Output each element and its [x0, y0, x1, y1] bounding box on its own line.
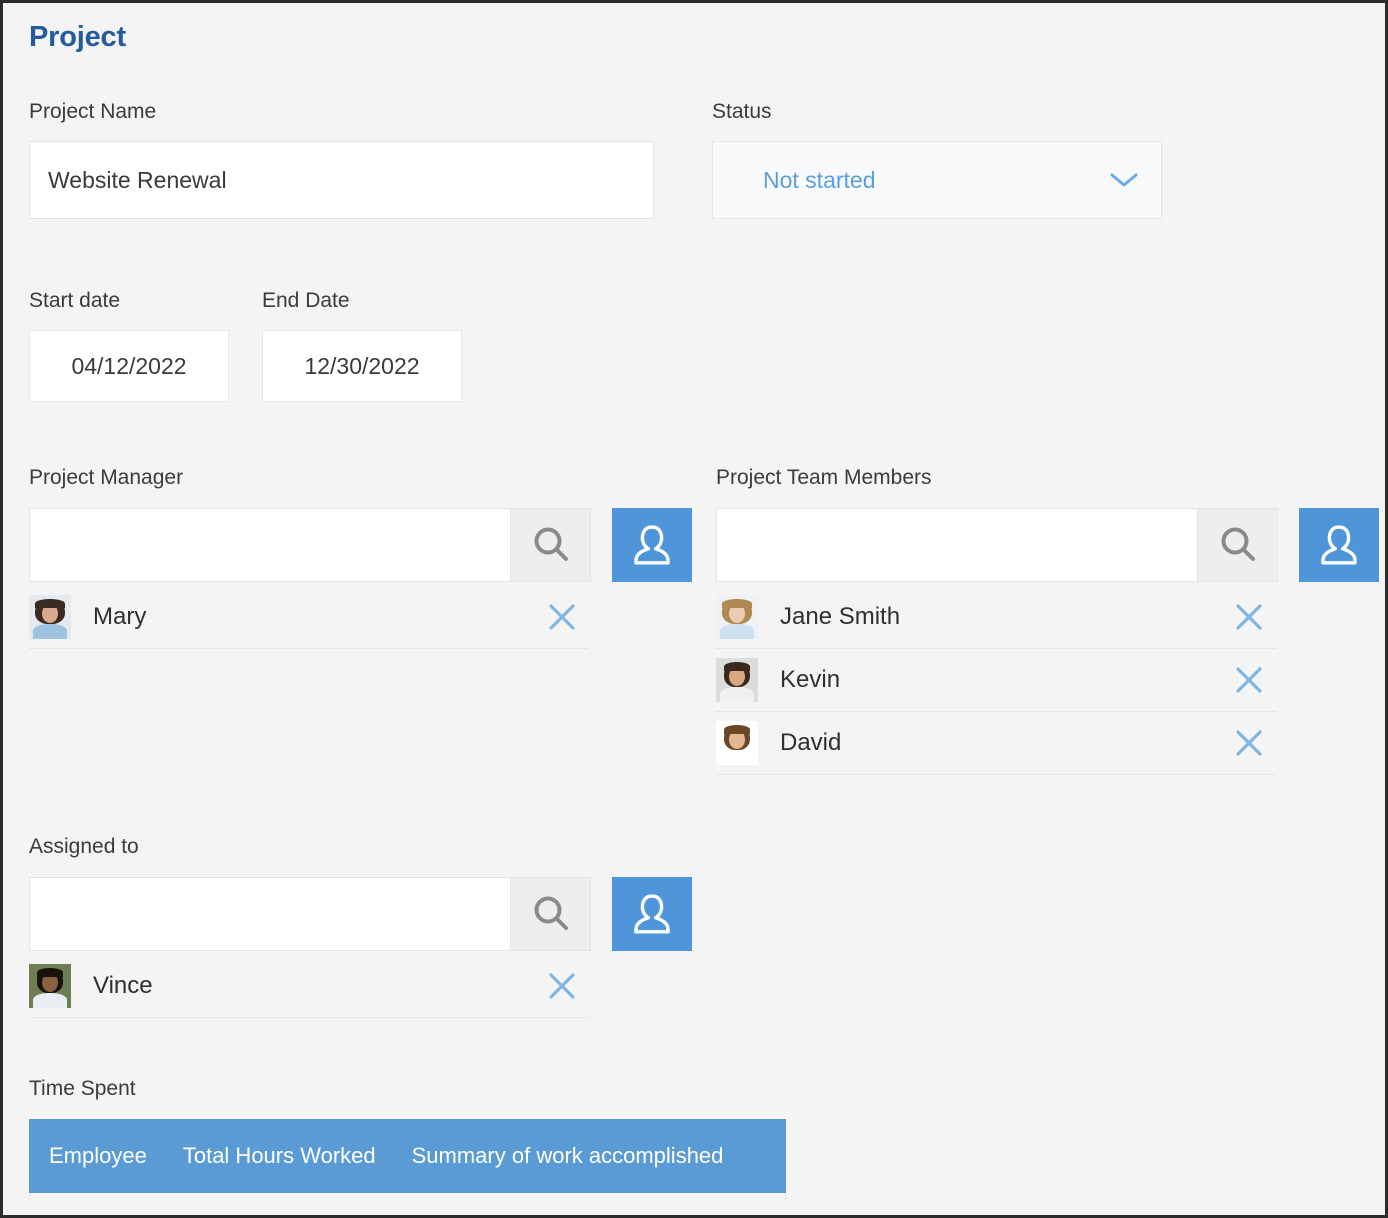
avatar: [716, 721, 758, 765]
person-icon: [1316, 521, 1362, 569]
name-status-row: Project Name Website Renewal Status Not …: [29, 99, 1365, 219]
person-icon: [629, 521, 675, 569]
project-manager-add-person-button[interactable]: [612, 508, 692, 582]
end-date-label: End Date: [262, 288, 462, 314]
start-date-value: 04/12/2022: [71, 353, 186, 380]
project-team-members-selected-list: Jane Smith Kevin David: [716, 586, 1276, 775]
project-team-members-search-button[interactable]: [1197, 509, 1277, 581]
assigned-to-search-group: [29, 877, 591, 951]
project-name-field: Project Name Website Renewal: [29, 99, 654, 219]
start-date-label: Start date: [29, 288, 229, 314]
status-select[interactable]: Not started: [712, 141, 1162, 219]
person-name: Kevin: [780, 666, 1232, 694]
avatar-art: [29, 964, 71, 1008]
status-value: Not started: [763, 167, 876, 194]
project-manager-search-group: [29, 508, 591, 582]
column-header[interactable]: Total Hours Worked: [183, 1143, 376, 1169]
list-item: Mary: [29, 586, 589, 649]
time-spent-table: Employee Total Hours Worked Summary of wor…: [29, 1119, 786, 1203]
close-icon: [1232, 726, 1266, 760]
project-team-members-label: Project Team Members: [716, 465, 1388, 491]
time-spent-section: Time Spent Employee Total Hours Worked Sum…: [29, 1076, 1365, 1203]
avatar-art: [716, 595, 758, 639]
project-manager-search-input[interactable]: [30, 509, 510, 581]
person-name: David: [780, 729, 1232, 757]
project-name-value: Website Renewal: [48, 167, 227, 194]
remove-person-button[interactable]: [545, 969, 579, 1003]
project-form: Project Project Name Website Renewal Sta…: [3, 3, 1385, 1215]
time-spent-label: Time Spent: [29, 1076, 1365, 1102]
remove-person-button[interactable]: [1232, 600, 1266, 634]
project-manager-field: Project Manager Mary: [29, 465, 729, 649]
chevron-down-icon: [1109, 171, 1139, 189]
list-item: Vince: [29, 955, 589, 1018]
project-team-members-search-input[interactable]: [717, 509, 1197, 581]
search-icon: [529, 892, 573, 936]
person-name: Jane Smith: [780, 603, 1232, 631]
dates-row: Start date 04/12/2022 End Date 12/30/202…: [29, 288, 462, 402]
assigned-to-search-input[interactable]: [30, 878, 510, 950]
avatar: [29, 964, 71, 1008]
time-spent-table-body: [29, 1193, 786, 1203]
avatar: [716, 658, 758, 702]
remove-person-button[interactable]: [1232, 663, 1266, 697]
end-date-input[interactable]: 12/30/2022: [262, 330, 462, 402]
time-spent-table-header: Employee Total Hours Worked Summary of wor…: [29, 1119, 786, 1193]
project-team-members-field: Project Team Members: [716, 465, 1388, 775]
avatar-art: [716, 658, 758, 702]
close-icon: [545, 600, 579, 634]
avatar: [716, 595, 758, 639]
end-date-field: End Date 12/30/2022: [262, 288, 462, 402]
start-date-input[interactable]: 04/12/2022: [29, 330, 229, 402]
person-icon: [629, 890, 675, 938]
project-name-input[interactable]: Website Renewal: [29, 141, 654, 219]
person-name: Mary: [93, 603, 545, 631]
person-name: Vince: [93, 972, 545, 1000]
list-item: Jane Smith: [716, 586, 1276, 649]
assigned-to-field: Assigned to Vince: [29, 834, 729, 1018]
app-window: Project Project Name Website Renewal Sta…: [0, 0, 1388, 1218]
project-manager-search-button[interactable]: [510, 509, 590, 581]
list-item: Kevin: [716, 649, 1276, 712]
column-header[interactable]: Employee: [49, 1143, 147, 1169]
status-field: Status Not started: [712, 99, 1162, 219]
project-manager-selected-list: Mary: [29, 586, 589, 649]
status-label: Status: [712, 99, 1162, 125]
assigned-to-search-button[interactable]: [510, 878, 590, 950]
search-icon: [1216, 523, 1260, 567]
search-icon: [529, 523, 573, 567]
project-manager-label: Project Manager: [29, 465, 729, 491]
end-date-value: 12/30/2022: [304, 353, 419, 380]
project-name-label: Project Name: [29, 99, 654, 125]
assigned-to-label: Assigned to: [29, 834, 729, 860]
list-item: David: [716, 712, 1276, 775]
avatar: [29, 595, 71, 639]
page-title: Project: [3, 17, 1385, 57]
project-team-members-search-group: [716, 508, 1278, 582]
start-date-field: Start date 04/12/2022: [29, 288, 229, 402]
assigned-to-add-person-button[interactable]: [612, 877, 692, 951]
close-icon: [1232, 600, 1266, 634]
remove-person-button[interactable]: [545, 600, 579, 634]
remove-person-button[interactable]: [1232, 726, 1266, 760]
avatar-art: [29, 595, 71, 639]
close-icon: [545, 969, 579, 1003]
close-icon: [1232, 663, 1266, 697]
column-header[interactable]: Summary of work accomplished: [412, 1143, 724, 1169]
assigned-to-selected-list: Vince: [29, 955, 589, 1018]
avatar-art: [716, 721, 758, 765]
project-team-members-add-person-button[interactable]: [1299, 508, 1379, 582]
